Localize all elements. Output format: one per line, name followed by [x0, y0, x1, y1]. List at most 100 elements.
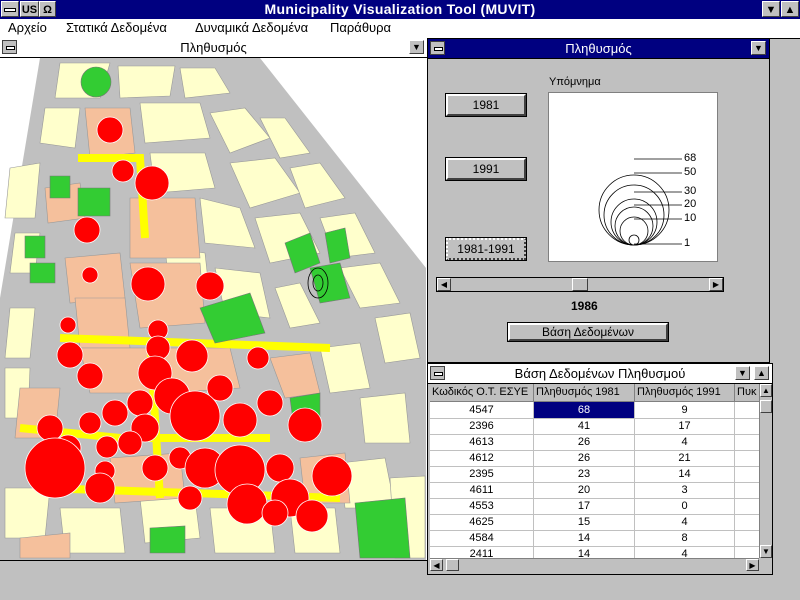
legend-value-10: 10 — [684, 212, 697, 224]
database-button[interactable]: Βάση Δεδομένων — [508, 323, 668, 341]
database-window-minimize-icon[interactable]: ▼ — [735, 366, 750, 380]
year-1991-button[interactable]: 1991 — [446, 158, 526, 180]
column-header-pop-1991[interactable]: Πληθυσμός 1991 — [635, 384, 735, 401]
table-row[interactable]: 4611 20 3 — [430, 482, 760, 499]
cell-pop-1981[interactable]: 26 — [534, 450, 635, 466]
cell-pop-1981[interactable]: 14 — [534, 530, 635, 546]
map-window-dropdown-icon[interactable]: ▼ — [409, 40, 424, 54]
cell-code[interactable]: 4625 — [430, 514, 534, 530]
cell-pop-1981[interactable]: 15 — [534, 514, 635, 530]
legend-value-68: 68 — [684, 152, 697, 164]
cell-density[interactable] — [735, 498, 760, 514]
cell-density[interactable] — [735, 466, 760, 482]
menu-dynamic-data[interactable]: Δυναμικά Δεδομένα — [195, 20, 308, 35]
cell-pop-1991[interactable]: 17 — [635, 418, 735, 434]
cell-pop-1991[interactable]: 8 — [635, 530, 735, 546]
cell-code[interactable]: 4584 — [430, 530, 534, 546]
table-row[interactable]: 2395 23 14 — [430, 466, 760, 483]
cell-pop-1981[interactable]: 23 — [534, 466, 635, 482]
control-window-menu-icon[interactable] — [430, 41, 445, 55]
year-1981-button[interactable]: 1981 — [446, 94, 526, 116]
table-row[interactable]: 4584 14 8 — [430, 530, 760, 547]
scroll-right-arrow-icon[interactable]: ▶ — [746, 559, 759, 571]
cell-pop-1981[interactable]: 17 — [534, 498, 635, 514]
scroll-up-arrow-icon[interactable]: ▲ — [760, 384, 772, 397]
control-window: Πληθυσμός ▼ 1981 1991 1981-1991 Υπόμνημα… — [427, 38, 770, 363]
cell-pop-1991[interactable]: 14 — [635, 466, 735, 482]
cell-pop-1991[interactable]: 0 — [635, 498, 735, 514]
year-slider[interactable]: ◀ ▶ — [436, 277, 724, 292]
legend-value-30: 30 — [684, 185, 697, 197]
table-row[interactable]: 4612 26 21 — [430, 450, 760, 467]
minimize-button[interactable]: ▼ — [762, 1, 780, 17]
cell-density[interactable] — [735, 514, 760, 530]
table-row[interactable]: 4547 68 9 — [430, 402, 760, 419]
cell-density[interactable] — [735, 450, 760, 466]
table-row[interactable]: 2396 41 17 — [430, 418, 760, 435]
cell-pop-1991[interactable]: 3 — [635, 482, 735, 498]
slider-right-arrow-icon[interactable]: ▶ — [709, 278, 723, 291]
cell-density[interactable] — [735, 434, 760, 450]
table-row[interactable]: 4553 17 0 — [430, 498, 760, 515]
cell-code[interactable]: 2396 — [430, 418, 534, 434]
scroll-left-arrow-icon[interactable]: ◀ — [430, 559, 443, 571]
cell-pop-1981[interactable]: 20 — [534, 482, 635, 498]
column-header-code[interactable]: Κωδικός Ο.Τ. ΕΣΥΕ — [430, 384, 534, 401]
cell-density[interactable] — [735, 418, 760, 434]
database-window-menu-icon[interactable] — [430, 366, 445, 380]
maximize-button[interactable]: ▲ — [781, 1, 799, 17]
cell-pop-1981[interactable]: 14 — [534, 546, 635, 558]
legend-title: Υπόμνημα — [549, 76, 601, 88]
cell-code[interactable]: 4613 — [430, 434, 534, 450]
app-title: Municipality Visualization Tool (MUVIT) — [264, 1, 536, 17]
slider-left-arrow-icon[interactable]: ◀ — [437, 278, 451, 291]
column-header-pop-1981[interactable]: Πληθυσμός 1981 — [534, 384, 635, 401]
database-window-title: Βάση Δεδομένων Πληθυσμού — [514, 366, 686, 381]
menu-static-data[interactable]: Στατικά Δεδομένα — [66, 20, 167, 35]
cell-density[interactable] — [735, 546, 760, 558]
table-header: Κωδικός Ο.Τ. ΕΣΥΕ Πληθυσμός 1981 Πληθυσμ… — [430, 384, 760, 402]
cell-pop-1991[interactable]: 4 — [635, 546, 735, 558]
map-window-menu-icon[interactable] — [2, 40, 17, 54]
horizontal-scroll-thumb[interactable] — [446, 559, 459, 571]
scroll-down-arrow-icon[interactable]: ▼ — [760, 545, 772, 558]
menu-windows[interactable]: Παράθυρα — [330, 20, 391, 35]
year-range-button[interactable]: 1981-1991 — [446, 238, 526, 260]
cell-pop-1991[interactable]: 9 — [635, 402, 735, 418]
cell-pop-1991[interactable]: 21 — [635, 450, 735, 466]
table-row[interactable]: 4613 26 4 — [430, 434, 760, 451]
cell-pop-1981[interactable]: 41 — [534, 418, 635, 434]
table-row[interactable]: 2411 14 4 — [430, 546, 760, 558]
control-window-title: Πληθυσμός — [565, 41, 632, 56]
cell-pop-1981[interactable]: 68 — [534, 402, 635, 418]
slider-thumb[interactable] — [572, 278, 588, 291]
app-titlebar: US Ω Municipality Visualization Tool (MU… — [0, 0, 800, 19]
cell-pop-1991[interactable]: 4 — [635, 514, 735, 530]
map-window-titlebar: Πληθυσμός ▼ — [0, 38, 427, 58]
cell-density[interactable] — [735, 402, 760, 418]
table-vertical-scrollbar[interactable]: ▲ ▼ — [759, 384, 772, 558]
cell-code[interactable]: 4553 — [430, 498, 534, 514]
cell-pop-1981[interactable]: 26 — [534, 434, 635, 450]
cell-code[interactable]: 4547 — [430, 402, 534, 418]
cell-code[interactable]: 2411 — [430, 546, 534, 558]
cell-code[interactable]: 4611 — [430, 482, 534, 498]
database-window-maximize-icon[interactable]: ▲ — [754, 366, 769, 380]
vertical-scroll-thumb[interactable] — [760, 400, 772, 413]
column-header-density[interactable]: Πυκ — [735, 384, 760, 401]
population-table: Κωδικός Ο.Τ. ΕΣΥΕ Πληθυσμός 1981 Πληθυσμ… — [430, 384, 760, 558]
cell-pop-1991[interactable]: 4 — [635, 434, 735, 450]
menu-file[interactable]: Αρχείο — [8, 20, 47, 35]
legend-value-20: 20 — [684, 198, 697, 210]
table-row[interactable]: 4625 15 4 — [430, 514, 760, 531]
control-window-dropdown-icon[interactable]: ▼ — [751, 41, 766, 55]
cell-code[interactable]: 4612 — [430, 450, 534, 466]
map-window: Πληθυσμός ▼ — [0, 38, 428, 561]
cell-code[interactable]: 2395 — [430, 466, 534, 482]
population-map[interactable] — [0, 58, 426, 560]
cell-density[interactable] — [735, 482, 760, 498]
cell-density[interactable] — [735, 530, 760, 546]
control-window-titlebar: Πληθυσμός ▼ — [428, 39, 769, 59]
table-horizontal-scrollbar[interactable]: ◀ ▶ — [430, 558, 759, 571]
menu-bar: Αρχείο Στατικά Δεδομένα Δυναμικά Δεδομέν… — [0, 19, 800, 39]
